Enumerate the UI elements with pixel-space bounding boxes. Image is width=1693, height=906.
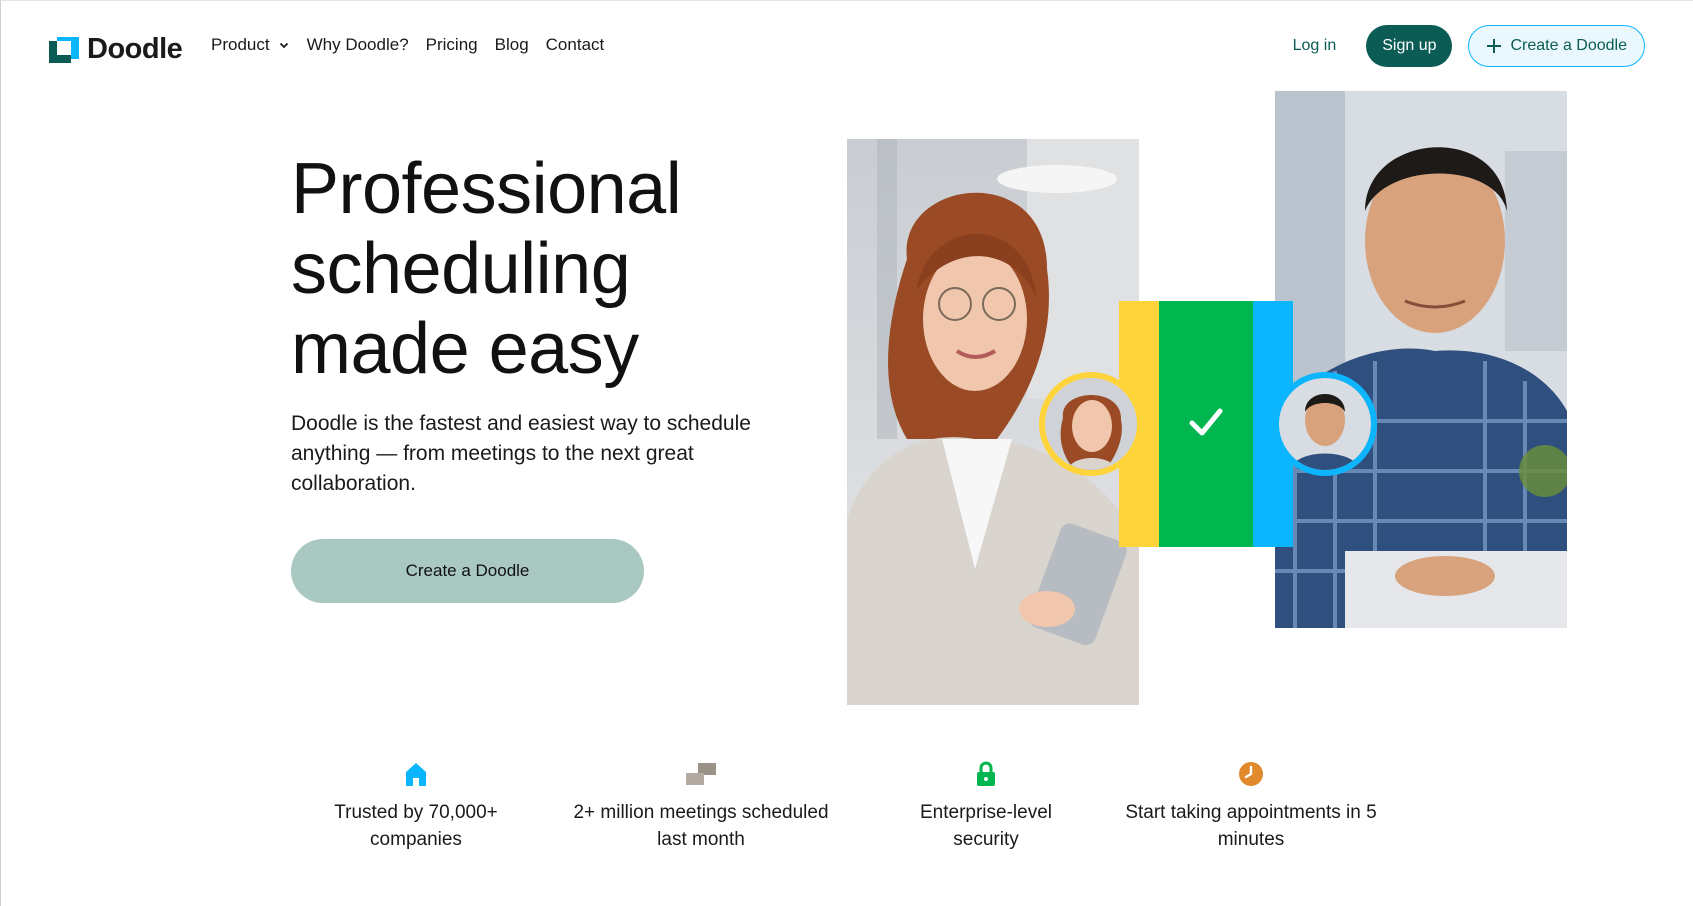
man-avatar xyxy=(1273,372,1377,476)
woman-avatar xyxy=(1039,372,1143,476)
nav-links: Product Why Doodle? Pricing Blog Contact xyxy=(211,35,604,55)
feature-text: Trusted by 70,000+ companies xyxy=(334,802,498,850)
doodle-logo-icon xyxy=(49,36,79,63)
building-icon xyxy=(406,763,426,786)
clock-icon xyxy=(1239,762,1263,786)
feature-meetings: 2+ million meetings scheduled last month xyxy=(566,761,836,853)
page: Doodle Product Why Doodle? Pricing Blog … xyxy=(0,0,1693,906)
hero-subtitle: Doodle is the fastest and easiest way to… xyxy=(291,412,751,495)
feature-companies: Trusted by 70,000+ companies xyxy=(326,761,506,853)
nav-actions: Log in Sign up Create a Doodle xyxy=(1279,25,1645,67)
doodle-logo[interactable]: Doodle xyxy=(49,33,183,66)
checkmark-icon xyxy=(1189,408,1223,436)
feature-text: Enterprise-level security xyxy=(920,802,1052,850)
hero-title-line: made easy xyxy=(291,309,639,389)
nav-product[interactable]: Product xyxy=(211,35,290,55)
hero-title: Professional scheduling made easy xyxy=(291,149,751,389)
man-photo xyxy=(1275,91,1567,628)
signup-button[interactable]: Sign up xyxy=(1366,25,1453,67)
logo-text: Doodle xyxy=(87,33,183,65)
create-doodle-hero-button[interactable]: Create a Doodle xyxy=(291,539,644,603)
calendar-blocks-icon xyxy=(686,763,716,785)
nav-why-doodle[interactable]: Why Doodle? xyxy=(307,35,409,55)
feature-security: Enterprise-level security xyxy=(901,761,1071,853)
feature-appointments: Start taking appointments in 5 minutes xyxy=(1111,761,1391,853)
nav-blog[interactable]: Blog xyxy=(495,35,529,55)
feature-text: 2+ million meetings scheduled last month xyxy=(573,802,829,850)
hero-title-line: scheduling xyxy=(291,229,631,309)
nav-pricing[interactable]: Pricing xyxy=(426,35,478,55)
feature-text: Start taking appointments in 5 minutes xyxy=(1125,802,1377,850)
nav-product-label: Product xyxy=(211,35,270,54)
chevron-down-icon xyxy=(279,42,288,49)
plus-icon xyxy=(1487,39,1502,53)
create-doodle-nav-label: Create a Doodle xyxy=(1510,37,1627,54)
lock-icon xyxy=(977,761,995,786)
create-doodle-nav-button[interactable]: Create a Doodle xyxy=(1468,25,1645,67)
hero-title-line: Professional xyxy=(291,149,682,229)
top-nav: Doodle Product Why Doodle? Pricing Blog … xyxy=(1,1,1693,91)
nav-contact[interactable]: Contact xyxy=(546,35,605,55)
login-link[interactable]: Log in xyxy=(1279,37,1351,55)
